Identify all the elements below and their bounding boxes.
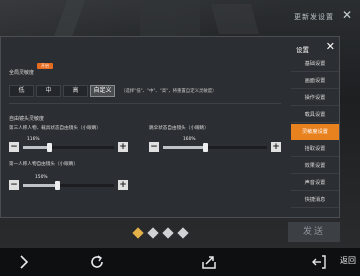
close-icon[interactable]: ✕ xyxy=(326,41,335,53)
overall-sensitivity-title: 全局灵敏度 xyxy=(9,70,35,76)
top-settings-link[interactable]: 更新发设置 xyxy=(294,12,334,22)
slider-value: 116% xyxy=(27,136,40,142)
slider-first-person: − 150% + xyxy=(9,175,128,192)
increase-button[interactable]: + xyxy=(271,142,281,152)
slider-knob[interactable] xyxy=(55,180,60,190)
divider xyxy=(9,103,281,104)
slider-label-parachute: 跳伞状态自由镜头（小眼睛） xyxy=(149,126,209,131)
slider-fill xyxy=(23,183,57,187)
slider-track[interactable]: 150% xyxy=(23,175,114,190)
decrease-button[interactable]: − xyxy=(9,142,19,152)
slider-knob[interactable] xyxy=(203,142,208,152)
carousel-indicator xyxy=(132,227,189,239)
sensitivity-preset-row: 低 中 高 自定义 （选择"低"、"中"、"高"，将重置自定义灵敏度） xyxy=(9,85,217,97)
slider-knob[interactable] xyxy=(47,142,52,152)
slider-label-third-person: 第三人称人物、载具状态自由镜头（小眼睛） xyxy=(9,126,101,131)
settings-dialog: 全局灵敏度 开启 低 中 高 自定义 （选择"低"、"中"、"高"，将重置自定义… xyxy=(0,36,340,218)
slider-value: 160% xyxy=(183,136,196,142)
menu-item-pickup[interactable]: 拾取设置 xyxy=(291,141,339,157)
top-close-icon[interactable]: ✕ xyxy=(340,8,354,22)
settings-side-menu: 设置 ✕ 基础设置 画面设置 操作设置 载具设置 灵敏度设置 拾取设置 效果设置… xyxy=(291,37,339,217)
background-shape xyxy=(140,0,200,36)
overall-badge: 开启 xyxy=(37,63,53,69)
menu-item-basic[interactable]: 基础设置 xyxy=(291,56,339,72)
menu-item-effects[interactable]: 效果设置 xyxy=(291,158,339,174)
share-icon[interactable] xyxy=(200,253,218,271)
system-navigation-bar: 返回 xyxy=(0,248,360,276)
preset-medium-button[interactable]: 中 xyxy=(36,85,61,97)
side-menu-title: 设置 xyxy=(296,46,309,54)
send-button[interactable]: 发送 xyxy=(288,222,340,242)
menu-item-sound[interactable]: 声音设置 xyxy=(291,175,339,191)
background-shape xyxy=(52,0,86,40)
preset-high-button[interactable]: 高 xyxy=(63,85,88,97)
back-label[interactable]: 返回 xyxy=(340,255,356,266)
side-menu-header: 设置 ✕ xyxy=(291,40,339,55)
carousel-dot[interactable] xyxy=(147,227,159,239)
sensitivity-panel: 全局灵敏度 开启 低 中 高 自定义 （选择"低"、"中"、"高"，将重置自定义… xyxy=(1,37,289,219)
menu-item-controls[interactable]: 操作设置 xyxy=(291,90,339,106)
slider-value: 150% xyxy=(35,174,48,180)
slider-parachute: − 160% + xyxy=(149,137,281,154)
carousel-dot[interactable] xyxy=(162,227,174,239)
increase-button[interactable]: + xyxy=(118,180,128,190)
carousel-dot[interactable] xyxy=(132,227,144,239)
refresh-icon[interactable] xyxy=(88,253,106,271)
carousel-dot[interactable] xyxy=(177,227,189,239)
slider-label-first-person: 第一人称人物自由镜头（小眼睛） xyxy=(9,162,78,167)
decrease-button[interactable]: − xyxy=(9,180,19,190)
back-icon[interactable] xyxy=(310,253,328,271)
background-shape xyxy=(210,4,260,34)
forward-icon[interactable] xyxy=(14,253,32,271)
slider-fill xyxy=(163,145,205,149)
slider-track[interactable]: 160% xyxy=(163,137,267,152)
preset-hint: （选择"低"、"中"、"高"，将重置自定义灵敏度） xyxy=(121,89,217,94)
free-look-section-title: 自由镜头灵敏度 xyxy=(9,116,45,122)
increase-button[interactable]: + xyxy=(118,142,128,152)
menu-item-quick-messages[interactable]: 快捷消息 xyxy=(291,192,339,208)
preset-custom-button[interactable]: 自定义 xyxy=(90,85,115,97)
slider-track[interactable]: 116% xyxy=(23,137,114,152)
decrease-button[interactable]: − xyxy=(149,142,159,152)
menu-item-sensitivity[interactable]: 灵敏度设置 xyxy=(291,124,339,140)
menu-item-vehicle[interactable]: 载具设置 xyxy=(291,107,339,123)
preset-low-button[interactable]: 低 xyxy=(9,85,34,97)
menu-item-graphics[interactable]: 画面设置 xyxy=(291,73,339,89)
slider-third-person: − 116% + xyxy=(9,137,128,154)
slider-fill xyxy=(23,145,49,149)
